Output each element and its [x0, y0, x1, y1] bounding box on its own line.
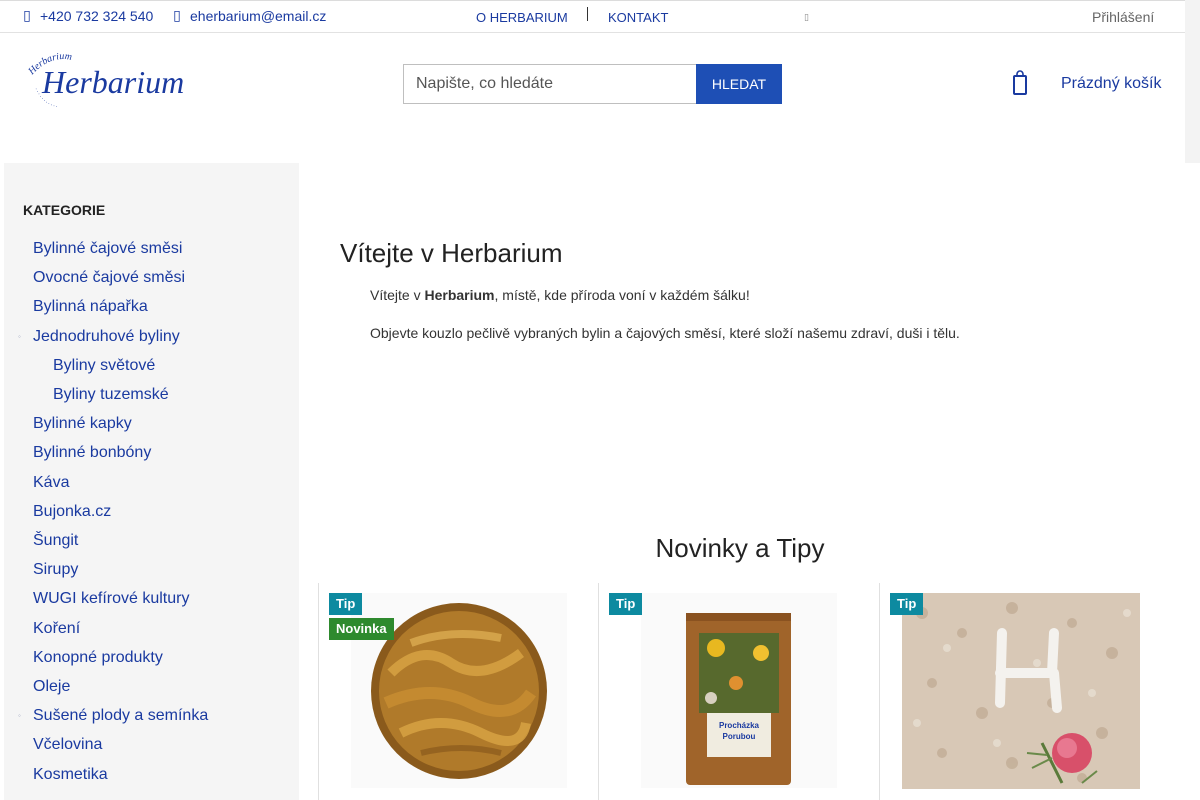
sidebar-category-item[interactable]: Byliny světové	[53, 357, 155, 375]
expand-bullet-icon[interactable]: ◦	[18, 711, 21, 720]
intro-text-2: Objevte kouzlo pečlivě vybraných bylin a…	[370, 325, 960, 341]
email-link[interactable]: ▯ eherbarium@email.cz	[172, 7, 326, 24]
nav-separator	[587, 7, 588, 21]
search-input[interactable]	[403, 64, 697, 104]
sidebar-category-item[interactable]: Káva	[33, 474, 69, 492]
sidebar-category-item[interactable]: Kosmetika	[33, 766, 108, 784]
sidebar-title: KATEGORIE	[23, 202, 106, 218]
login-link[interactable]: Přihlášení	[1092, 9, 1154, 25]
sidebar-category-item[interactable]: Koření	[33, 620, 80, 638]
scroll-gutter	[1185, 0, 1200, 163]
sidebar-category-item[interactable]: Sušené plody a semínka	[33, 707, 208, 725]
product-image[interactable]	[902, 593, 1140, 789]
badge-tip: Tip	[890, 593, 924, 615]
product-card[interactable]: Tip Novinka	[318, 583, 599, 800]
nav-about-link[interactable]: O HERBARIUM	[476, 10, 568, 25]
section-title: Novinky a Tipy	[655, 533, 825, 563]
shopping-bag-icon[interactable]	[1012, 70, 1028, 96]
sidebar-category-item[interactable]: Ovocné čajové směsi	[33, 269, 185, 287]
pouch-label: Procházka	[719, 721, 760, 730]
dropdown-toggle-icon[interactable]: ▯	[804, 12, 809, 23]
header: Herbarium · · · · · · · · · · · Herbariu…	[0, 33, 1185, 163]
cart-label[interactable]: Prázdný košík	[1061, 75, 1161, 93]
sidebar-category-item[interactable]: Konopné produkty	[33, 649, 163, 667]
sidebar-category-item[interactable]: Bylinné bonbóny	[33, 444, 151, 462]
phone-link[interactable]: ▯ +420 732 324 540	[22, 7, 153, 24]
email-address: eherbarium@email.cz	[190, 7, 327, 24]
herbarium-logo[interactable]: Herbarium · · · · · · · · · · · Herbariu…	[24, 53, 204, 113]
sidebar-category-item[interactable]: Bylinné čajové směsi	[33, 240, 182, 258]
sidebar-category-item[interactable]: Byliny tuzemské	[53, 386, 169, 404]
badge-tip: Tip	[609, 593, 643, 615]
search-button[interactable]: HLEDAT	[696, 64, 782, 104]
sidebar-category-item[interactable]: Včelovina	[33, 736, 102, 754]
nav-contact-link[interactable]: KONTAKT	[608, 10, 668, 25]
sidebar-category-item[interactable]: Sirupy	[33, 561, 78, 579]
badge-new: Novinka	[329, 618, 394, 640]
sidebar-category-item[interactable]: WUGI kefírové kultury	[33, 590, 189, 608]
badge-tip: Tip	[329, 593, 363, 615]
sidebar-category-item[interactable]: Bujonka.cz	[33, 503, 111, 521]
phone-icon: ▯	[23, 7, 31, 23]
product-card[interactable]: Procházka Porubou Tip	[598, 583, 879, 800]
top-bar: ▯ +420 732 324 540 ▯ eherbarium@email.cz…	[0, 0, 1185, 33]
sidebar-category-item[interactable]: Jednodruhové byliny	[33, 328, 180, 346]
sidebar-category-item[interactable]: Šungit	[33, 532, 78, 550]
sidebar-category-item[interactable]: Bylinná nápařka	[33, 298, 148, 316]
product-card[interactable]: Tip	[879, 583, 1160, 800]
svg-text:Porubou: Porubou	[723, 732, 756, 741]
expand-bullet-icon[interactable]: ◦	[18, 332, 21, 341]
phone-number: +420 732 324 540	[40, 7, 154, 24]
logo-text: Herbarium	[41, 64, 184, 100]
sidebar-category-item[interactable]: Oleje	[33, 678, 70, 696]
sidebar-category-item[interactable]: Bylinné kapky	[33, 415, 132, 433]
category-sidebar: KATEGORIE Bylinné čajové směsi Ovocné čaj…	[4, 163, 299, 800]
product-image[interactable]: Procházka Porubou	[641, 593, 837, 788]
page-title: Vítejte v Herbarium	[340, 238, 563, 268]
intro-text: Vítejte v Herbarium, místě, kde příroda …	[370, 287, 750, 303]
envelope-icon: ▯	[173, 7, 181, 23]
